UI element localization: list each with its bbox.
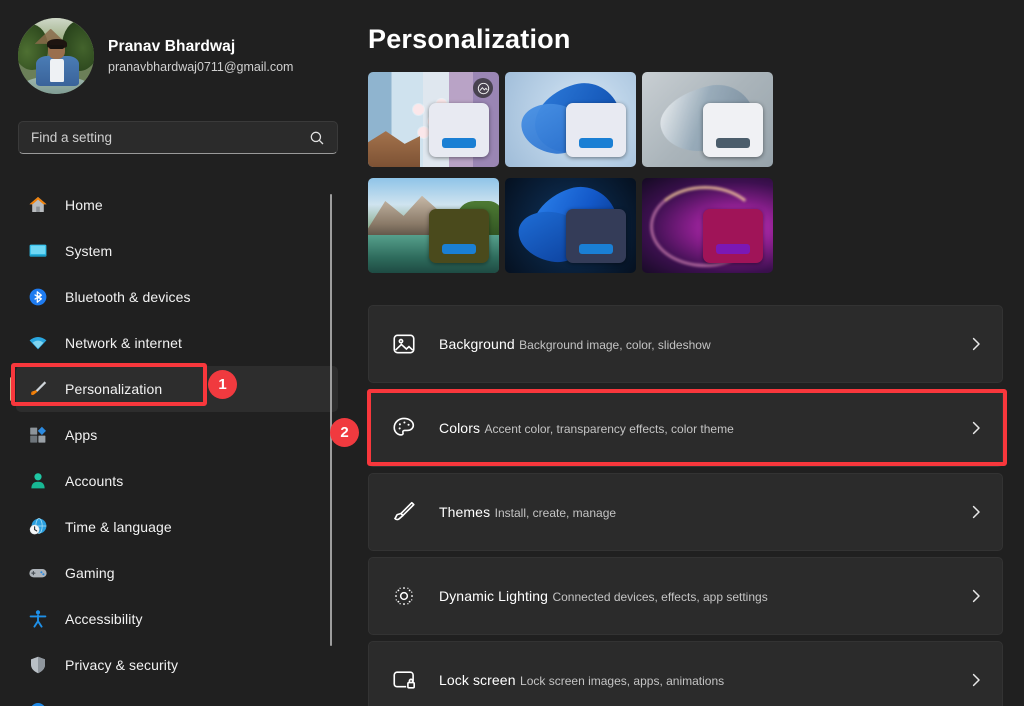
system-monitor-icon (28, 241, 48, 261)
wifi-icon (28, 333, 48, 353)
sidebar-item-label: Apps (65, 427, 98, 443)
sidebar-item-label: Home (65, 197, 103, 213)
accessibility-person-icon (28, 609, 48, 629)
settings-row-title: Background (439, 335, 515, 352)
settings-row-title: Lock screen (439, 671, 516, 688)
palette-icon (391, 415, 417, 441)
sidebar-item-bluetooth-devices[interactable]: Bluetooth & devices (16, 274, 338, 320)
page-title: Personalization (368, 24, 571, 54)
settings-row-dynamic-lighting[interactable]: Dynamic Lighting Connected devices, effe… (368, 557, 1003, 635)
sidebar-item-label: Network & internet (65, 335, 182, 351)
settings-row-subtitle: Connected devices, effects, app settings (552, 589, 768, 604)
settings-row-title: Themes (439, 503, 491, 520)
sidebar-item-privacy-security[interactable]: Privacy & security (16, 642, 338, 688)
sidebar-item-windows-update[interactable]: Windows Update (16, 688, 338, 706)
sidebar-item-label: Personalization (65, 381, 163, 397)
sidebar-item-home[interactable]: Home (16, 182, 338, 228)
sidebar-item-label: Bluetooth & devices (65, 289, 191, 305)
search-input[interactable] (31, 130, 309, 145)
paintbrush-outline-icon (391, 499, 417, 525)
settings-rows: Background Background image, color, slid… (368, 305, 1003, 706)
clock-globe-icon (28, 517, 48, 537)
sidebar-item-apps[interactable]: Apps (16, 412, 338, 458)
sidebar-item-time-language[interactable]: Time & language (16, 504, 338, 550)
settings-row-title: Colors (439, 419, 481, 436)
settings-row-subtitle: Lock screen images, apps, animations (520, 673, 725, 688)
sidebar-item-accounts[interactable]: Accounts (16, 458, 338, 504)
themes-gallery (368, 72, 773, 273)
settings-row-title: Dynamic Lighting (439, 587, 548, 604)
shield-icon (28, 655, 48, 675)
settings-row-subtitle: Background image, color, slideshow (519, 337, 711, 352)
sidebar-nav: Home System Bluetooth & devices Network … (0, 182, 352, 706)
theme-thumbnail[interactable] (368, 178, 499, 273)
accounts-person-icon (28, 471, 48, 491)
paintbrush-icon (28, 379, 48, 399)
main-content: Personalization Background Background im… (352, 0, 1024, 706)
sidebar-item-accessibility[interactable]: Accessibility (16, 596, 338, 642)
lock-screen-icon (391, 667, 417, 693)
search-icon (309, 130, 325, 146)
sidebar-item-label: Gaming (65, 565, 115, 581)
sidebar-item-network-internet[interactable]: Network & internet (16, 320, 338, 366)
sidebar-item-gaming[interactable]: Gaming (16, 550, 338, 596)
profile-email: pranavbhardwaj0711@gmail.com (108, 59, 294, 74)
sidebar: Pranav Bhardwaj pranavbhardwaj0711@gmail… (0, 0, 352, 706)
theme-thumbnail[interactable] (368, 72, 499, 167)
annotation-badge-1: 1 (208, 370, 237, 399)
apps-icon (28, 425, 48, 445)
chevron-right-icon (968, 336, 984, 352)
settings-row-subtitle: Install, create, manage (494, 505, 617, 520)
slideshow-icon (473, 78, 493, 98)
settings-row-background[interactable]: Background Background image, color, slid… (368, 305, 1003, 383)
sidebar-item-system[interactable]: System (16, 228, 338, 274)
bluetooth-icon (28, 287, 48, 307)
settings-window: Pranav Bhardwaj pranavbhardwaj0711@gmail… (0, 0, 1024, 706)
settings-row-colors[interactable]: Colors Accent color, transparency effect… (368, 389, 1003, 467)
theme-thumbnail[interactable] (505, 178, 636, 273)
chevron-right-icon (968, 588, 984, 604)
chevron-right-icon (968, 420, 984, 436)
sidebar-item-label: Time & language (65, 519, 172, 535)
sidebar-item-label: Privacy & security (65, 657, 179, 673)
sidebar-item-label: Accessibility (65, 611, 143, 627)
chevron-right-icon (968, 672, 984, 688)
annotation-badge-2: 2 (330, 418, 359, 447)
sidebar-item-label: System (65, 243, 113, 259)
picture-icon (391, 331, 417, 357)
search-box[interactable] (18, 121, 338, 154)
profile-name: Pranav Bhardwaj (108, 37, 236, 55)
theme-thumbnail[interactable] (505, 72, 636, 167)
settings-row-subtitle: Accent color, transparency effects, colo… (484, 421, 734, 436)
avatar (18, 18, 94, 94)
user-profile[interactable]: Pranav Bhardwaj pranavbhardwaj0711@gmail… (18, 18, 338, 94)
sidebar-item-personalization[interactable]: Personalization (10, 366, 338, 412)
theme-thumbnail[interactable] (642, 72, 773, 167)
settings-row-themes[interactable]: Themes Install, create, manage (368, 473, 1003, 551)
sidebar-item-label: Accounts (65, 473, 124, 489)
sunburst-icon (391, 583, 417, 609)
chevron-right-icon (968, 504, 984, 520)
gamepad-icon (28, 563, 48, 583)
theme-thumbnail[interactable] (642, 178, 773, 273)
settings-row-lock-screen[interactable]: Lock screen Lock screen images, apps, an… (368, 641, 1003, 706)
windows-update-icon (28, 701, 48, 706)
sidebar-scrollbar[interactable] (330, 194, 332, 646)
home-icon (28, 195, 48, 215)
